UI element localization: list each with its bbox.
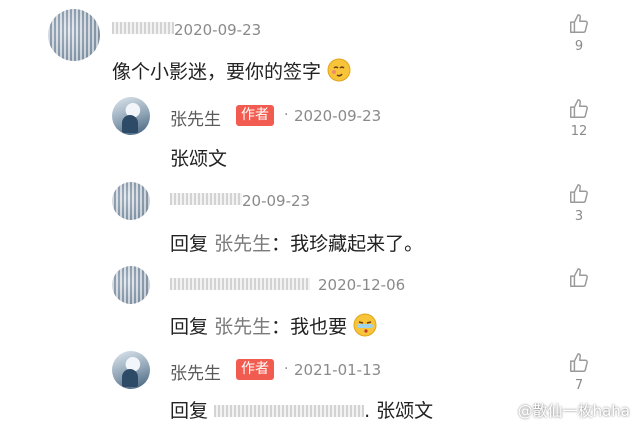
kissing-face-icon: [353, 313, 377, 342]
username[interactable]: 张先生: [170, 359, 221, 384]
comment-text: 回复 . 张颂文: [170, 400, 434, 422]
like-button[interactable]: 9: [566, 13, 592, 54]
like-button[interactable]: [566, 267, 592, 289]
thumbs-up-icon: [570, 99, 588, 118]
avatar[interactable]: [48, 9, 100, 61]
comment-text: 回复 张先生：我珍藏起来了。: [170, 233, 424, 255]
username-blurred: [112, 22, 174, 34]
avatar[interactable]: [112, 351, 150, 389]
comment-date: 2020-12-06: [318, 276, 406, 294]
comment-date: 2020-09-23: [294, 107, 382, 125]
separator-dot: ·: [284, 107, 289, 123]
username-blurred: [170, 278, 310, 290]
mention-link[interactable]: 张先生: [214, 233, 271, 255]
like-button[interactable]: 3: [566, 183, 592, 224]
thumbs-up-icon: [570, 353, 588, 372]
like-count: 9: [574, 39, 584, 54]
watermark: @散仙一枚haha: [517, 402, 630, 420]
like-button[interactable]: 7: [566, 352, 592, 393]
thumbs-up-icon: [570, 14, 588, 33]
like-count: 3: [574, 209, 584, 224]
author-badge: 作者: [236, 359, 274, 380]
blushing-face-icon: [327, 58, 351, 87]
mention-link[interactable]: 张先生: [214, 316, 271, 338]
comment-text: 像个小影迷，要你的签字: [112, 57, 351, 87]
comment-text: 回复 张先生：我也要: [170, 312, 377, 342]
thumbs-up-icon: [570, 184, 588, 203]
comment-date: 20-09-23: [242, 192, 311, 210]
username[interactable]: 张先生: [170, 105, 221, 130]
thumbs-up-icon: [570, 268, 588, 287]
comment-text: 张颂文: [170, 148, 228, 170]
mention-blurred[interactable]: [214, 405, 365, 417]
username-blurred: [170, 193, 242, 205]
avatar[interactable]: [112, 182, 150, 220]
avatar[interactable]: [112, 266, 150, 304]
like-count: 12: [570, 124, 588, 139]
author-badge: 作者: [236, 105, 274, 126]
comment-date: 2020-09-23: [174, 21, 262, 39]
like-button[interactable]: 12: [566, 98, 592, 139]
avatar[interactable]: [112, 97, 150, 135]
like-count: 7: [574, 378, 584, 393]
comment-date: 2021-01-13: [294, 361, 382, 379]
separator-dot: ·: [284, 361, 289, 377]
